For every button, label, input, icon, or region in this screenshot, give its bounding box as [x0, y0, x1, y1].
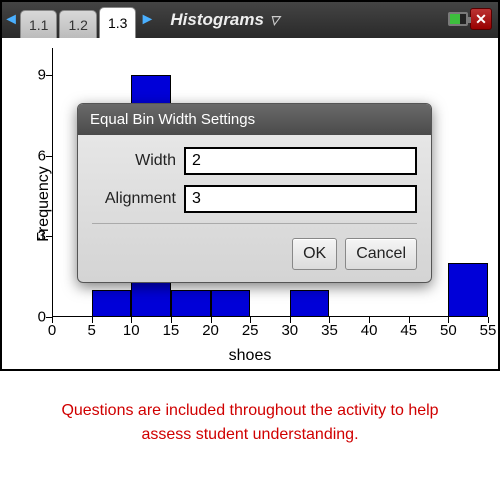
x-tick-label: 25	[242, 322, 259, 339]
histogram-bar[interactable]	[290, 290, 330, 317]
battery-icon	[448, 12, 468, 26]
x-tick-label: 0	[48, 322, 56, 339]
width-input[interactable]	[184, 147, 417, 175]
dropdown-icon: ▽	[270, 13, 279, 27]
tabs: 1.1 1.2 1.3	[20, 2, 138, 38]
tab-1-3[interactable]: 1.3	[99, 7, 136, 38]
x-tick-label: 20	[202, 322, 219, 339]
tab-1-1[interactable]: 1.1	[20, 10, 57, 38]
alignment-input[interactable]	[184, 185, 417, 213]
histogram-bar[interactable]	[448, 263, 488, 317]
prev-page-arrow[interactable]: ◄	[2, 11, 20, 29]
alignment-label: Alignment	[92, 190, 184, 208]
histogram-bar[interactable]	[92, 290, 132, 317]
titlebar: ◄ 1.1 1.2 1.3 ► Histograms ▽ ✕	[2, 2, 498, 38]
y-tick-label: 6	[26, 147, 46, 164]
dialog-title: Equal Bin Width Settings	[78, 104, 431, 135]
x-tick-label: 55	[480, 322, 497, 339]
doc-title-text: Histograms	[170, 10, 264, 30]
x-tick-label: 10	[123, 322, 140, 339]
x-tick-label: 15	[163, 322, 180, 339]
x-axis-label: shoes	[229, 347, 272, 365]
x-tick-label: 50	[440, 322, 457, 339]
x-tick-label: 45	[400, 322, 417, 339]
histogram-bar[interactable]	[171, 290, 211, 317]
caption-text: Questions are included throughout the ac…	[0, 371, 500, 475]
close-button[interactable]: ✕	[470, 8, 492, 30]
ok-button[interactable]: OK	[292, 238, 337, 270]
bin-width-dialog: Equal Bin Width Settings Width Alignment…	[77, 103, 432, 283]
y-tick-label: 3	[26, 228, 46, 245]
width-label: Width	[92, 152, 184, 170]
doc-title[interactable]: Histograms ▽	[170, 10, 279, 30]
x-tick-label: 5	[87, 322, 95, 339]
y-tick-label: 9	[26, 66, 46, 83]
y-tick-label: 0	[26, 309, 46, 326]
tab-1-2[interactable]: 1.2	[59, 10, 96, 38]
x-tick-label: 30	[281, 322, 298, 339]
calculator-screen: ◄ 1.1 1.2 1.3 ► Histograms ▽ ✕ Frequency…	[0, 0, 500, 371]
plot-area: Frequency shoes 036905101520253035404550…	[2, 38, 498, 369]
x-tick-label: 35	[321, 322, 338, 339]
cancel-button[interactable]: Cancel	[345, 238, 417, 270]
next-page-arrow[interactable]: ►	[138, 11, 156, 29]
histogram-bar[interactable]	[211, 290, 251, 317]
x-tick-label: 40	[361, 322, 378, 339]
